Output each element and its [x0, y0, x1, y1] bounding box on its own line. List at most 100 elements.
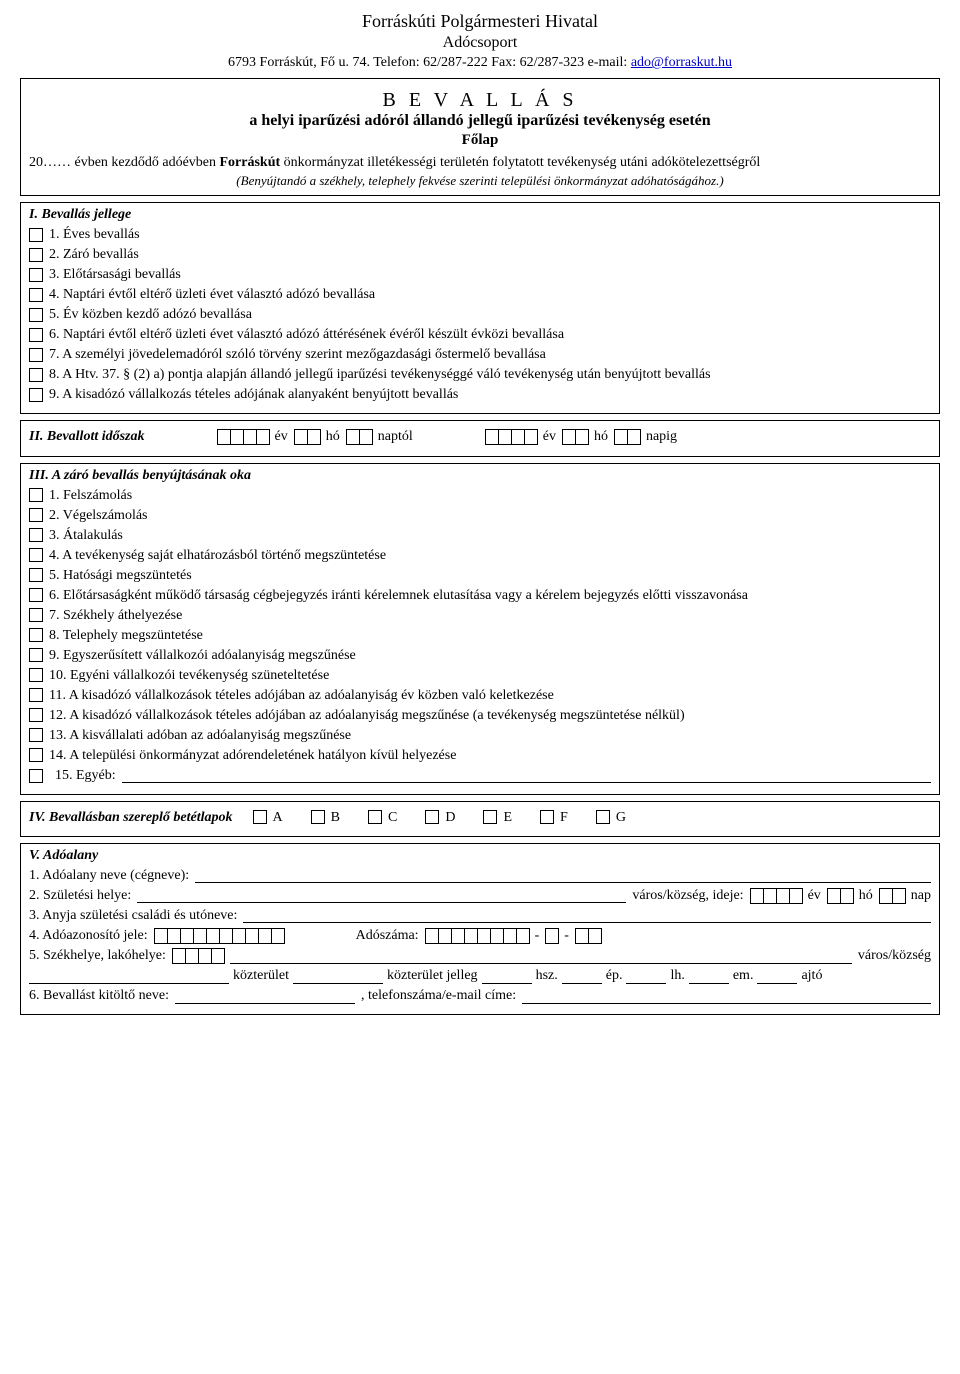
- header-line2: Adócsoport: [20, 33, 940, 54]
- title-sub: a helyi iparűzési adóról állandó jellegű…: [29, 112, 931, 130]
- v-l5b: város/község: [858, 948, 931, 964]
- checkbox-s1-3[interactable]: [29, 268, 43, 282]
- intro-note: (Benyújtandó a székhely, telephely fekvé…: [29, 173, 931, 189]
- checkbox-sheet-F[interactable]: [540, 810, 554, 824]
- s3-item-13: 13. A kisvállalati adóban az adóalanyisá…: [49, 728, 351, 743]
- month-to-boxes[interactable]: [562, 429, 588, 445]
- header-line1: Forráskúti Polgármesteri Hivatal: [20, 10, 940, 33]
- checkbox-s1-1[interactable]: [29, 228, 43, 242]
- adoszam-boxes-2[interactable]: [545, 928, 558, 944]
- v-l5-fill[interactable]: [230, 949, 852, 964]
- s3-item-6: 6. Előtársaságként működő társaság cégbe…: [49, 588, 748, 603]
- intro-bold: Forráskút: [220, 155, 281, 170]
- checkbox-s1-8[interactable]: [29, 368, 43, 382]
- checkbox-s3-2[interactable]: [29, 508, 43, 522]
- checkbox-s1-7[interactable]: [29, 348, 43, 362]
- header-line3: 6793 Forráskút, Fő u. 74. Telefon: 62/28…: [20, 54, 940, 72]
- ajto-fill[interactable]: [757, 969, 797, 984]
- checkbox-s3-egyeb[interactable]: [29, 769, 43, 783]
- sheet-letter-D: D: [445, 810, 455, 825]
- checkbox-s3-14[interactable]: [29, 748, 43, 762]
- intro-line: 20…… évben kezdődő adóévben Forráskút ön…: [29, 155, 931, 171]
- birth-year-boxes[interactable]: [750, 888, 802, 904]
- day-to-boxes[interactable]: [614, 429, 640, 445]
- checkbox-s3-4[interactable]: [29, 548, 43, 562]
- ado-azonosito-boxes[interactable]: [154, 928, 284, 944]
- s3-item-14: 14. A települési önkormányzat adórendele…: [49, 748, 456, 763]
- birth-month-boxes[interactable]: [827, 888, 853, 904]
- v-l2-fill[interactable]: [137, 888, 626, 903]
- v-l3-fill[interactable]: [243, 908, 931, 923]
- v-l6-name-fill[interactable]: [175, 989, 355, 1004]
- checkbox-s3-3[interactable]: [29, 528, 43, 542]
- v-l4b: Adószáma:: [356, 928, 419, 944]
- section-2-head: II. Bevallott időszak: [29, 429, 145, 445]
- sheet-letter-C: C: [388, 810, 397, 825]
- adoszam-boxes-1[interactable]: [425, 928, 529, 944]
- irsz-boxes[interactable]: [172, 948, 224, 964]
- checkbox-sheet-B[interactable]: [311, 810, 325, 824]
- month-from-boxes[interactable]: [294, 429, 320, 445]
- checkbox-s1-2[interactable]: [29, 248, 43, 262]
- checkbox-s1-9[interactable]: [29, 388, 43, 402]
- label-ev2: év: [543, 429, 556, 445]
- dash2: -: [564, 928, 569, 944]
- s3-item-4: 4. A tevékenység saját elhatározásból tö…: [49, 548, 386, 563]
- checkbox-sheet-A[interactable]: [253, 810, 267, 824]
- checkbox-s3-11[interactable]: [29, 688, 43, 702]
- checkbox-s3-12[interactable]: [29, 708, 43, 722]
- s1-item-7: 7. A személyi jövedelemadóról szóló törv…: [49, 347, 546, 362]
- adoszam-boxes-3[interactable]: [575, 928, 601, 944]
- checkbox-s3-7[interactable]: [29, 608, 43, 622]
- jelleg-fill[interactable]: [293, 969, 383, 984]
- em-fill[interactable]: [689, 969, 729, 984]
- year-from-boxes[interactable]: [217, 429, 269, 445]
- section-1-head: I. Bevallás jellege: [29, 207, 931, 223]
- checkbox-s1-6[interactable]: [29, 328, 43, 342]
- checkbox-s3-1[interactable]: [29, 488, 43, 502]
- sheet-letter-G: G: [616, 810, 626, 825]
- checkbox-sheet-D[interactable]: [425, 810, 439, 824]
- section-3: III. A záró bevallás benyújtásának oka 1…: [20, 463, 940, 795]
- kozterulet-fill[interactable]: [29, 969, 229, 984]
- v-jelleg: közterület jelleg: [387, 968, 478, 984]
- checkbox-sheet-E[interactable]: [483, 810, 497, 824]
- ep-fill[interactable]: [562, 969, 602, 984]
- checkbox-sheet-C[interactable]: [368, 810, 382, 824]
- page-header: Forráskúti Polgármesteri Hivatal Adócsop…: [20, 10, 940, 72]
- year-to-boxes[interactable]: [485, 429, 537, 445]
- v-ev: év: [808, 888, 821, 904]
- lh-fill[interactable]: [626, 969, 666, 984]
- day-from-boxes[interactable]: [346, 429, 372, 445]
- checkbox-s1-4[interactable]: [29, 288, 43, 302]
- v-l3: 3. Anyja születési családi és utóneve:: [29, 908, 237, 924]
- header-email-link[interactable]: ado@forraskut.hu: [631, 55, 732, 70]
- checkbox-s3-10[interactable]: [29, 668, 43, 682]
- checkbox-s3-6[interactable]: [29, 588, 43, 602]
- section-4: IV. Bevallásban szereplő betétlapok ABCD…: [20, 801, 940, 837]
- v-l1: 1. Adóalany neve (cégneve):: [29, 868, 189, 884]
- v-l1-fill[interactable]: [195, 868, 931, 883]
- checkbox-sheet-G[interactable]: [596, 810, 610, 824]
- checkbox-s3-8[interactable]: [29, 628, 43, 642]
- checkbox-s1-5[interactable]: [29, 308, 43, 322]
- s1-item-3: 3. Előtársasági bevallás: [49, 267, 181, 282]
- s1-item-2: 2. Záró bevallás: [49, 247, 139, 262]
- s3-item-3: 3. Átalakulás: [49, 528, 123, 543]
- label-napig: napig: [646, 429, 677, 445]
- birth-day-boxes[interactable]: [879, 888, 905, 904]
- s3-item-5: 5. Hatósági megszüntetés: [49, 568, 192, 583]
- checkbox-s3-13[interactable]: [29, 728, 43, 742]
- v-l6-contact-fill[interactable]: [522, 989, 931, 1004]
- egyeb-fill[interactable]: [122, 768, 931, 783]
- s3-item-12: 12. A kisadózó vállalkozások tételes adó…: [49, 708, 685, 723]
- v-l4a: 4. Adóazonosító jele:: [29, 928, 148, 944]
- v-nap: nap: [911, 888, 931, 904]
- checkbox-s3-5[interactable]: [29, 568, 43, 582]
- hsz-fill[interactable]: [482, 969, 532, 984]
- checkbox-s3-9[interactable]: [29, 648, 43, 662]
- s1-item-6: 6. Naptári évtől eltérő üzleti évet vála…: [49, 327, 564, 342]
- s3-item-1: 1. Felszámolás: [49, 488, 132, 503]
- s3-item-7: 7. Székhely áthelyezése: [49, 608, 182, 623]
- section-2: II. Bevallott időszak év hó naptól év hó…: [20, 420, 940, 456]
